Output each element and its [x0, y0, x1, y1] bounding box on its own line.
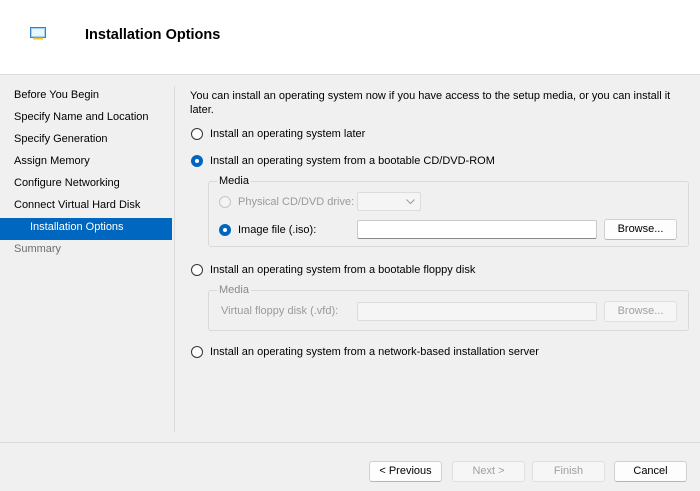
option-install-from-network-label: Install an operating system from a netwo…	[210, 346, 539, 358]
radio-install-from-cd[interactable]	[191, 155, 203, 167]
option-install-later-label: Install an operating system later	[210, 128, 366, 140]
previous-button[interactable]: < Previous	[369, 461, 442, 482]
page-title: Installation Options	[85, 27, 221, 43]
nav-item-connect-virtual-hard-disk[interactable]: Connect Virtual Hard Disk	[0, 196, 174, 218]
option-install-from-cd-label: Install an operating system from a boota…	[210, 155, 495, 167]
nav-item-before-you-begin[interactable]: Before You Begin	[0, 86, 174, 108]
option-physical-drive[interactable]: Physical CD/DVD drive:	[219, 194, 354, 210]
nav-item-specify-generation[interactable]: Specify Generation	[0, 130, 174, 152]
floppy-media-legend: Media	[217, 284, 251, 296]
nav-divider	[174, 86, 175, 432]
nav-item-installation-options[interactable]: Installation Options	[0, 218, 172, 240]
description-text: You can install an operating system now …	[190, 90, 671, 116]
browse-vfd-button[interactable]: Browse...	[604, 301, 677, 322]
vfd-input[interactable]	[357, 302, 597, 321]
radio-physical-drive[interactable]	[219, 196, 231, 208]
option-install-later[interactable]: Install an operating system later	[191, 126, 365, 142]
wizard-icon	[30, 27, 46, 40]
vfd-label: Virtual floppy disk (.vfd):	[221, 305, 339, 317]
radio-install-from-network[interactable]	[191, 346, 203, 358]
next-button[interactable]: Next >	[452, 461, 525, 482]
option-install-from-floppy-label: Install an operating system from a boota…	[210, 264, 476, 276]
nav-item-specify-name-location[interactable]: Specify Name and Location	[0, 108, 174, 130]
wizard-steps-nav: Before You Begin Specify Name and Locati…	[0, 86, 174, 262]
wizard-header: Installation Options	[0, 0, 700, 75]
option-image-file[interactable]: Image file (.iso):	[219, 222, 316, 238]
radio-install-later[interactable]	[191, 128, 203, 140]
cd-media-legend: Media	[217, 175, 251, 187]
nav-item-configure-networking[interactable]: Configure Networking	[0, 174, 174, 196]
browse-iso-button[interactable]: Browse...	[604, 219, 677, 240]
option-install-from-network[interactable]: Install an operating system from a netwo…	[191, 344, 539, 360]
finish-button[interactable]: Finish	[532, 461, 605, 482]
radio-image-file[interactable]	[219, 224, 231, 236]
nav-item-summary[interactable]: Summary	[0, 240, 174, 262]
nav-item-assign-memory[interactable]: Assign Memory	[0, 152, 174, 174]
radio-install-from-floppy[interactable]	[191, 264, 203, 276]
physical-drive-label: Physical CD/DVD drive:	[238, 196, 355, 208]
option-install-from-floppy[interactable]: Install an operating system from a boota…	[191, 262, 475, 278]
option-install-from-cd[interactable]: Install an operating system from a boota…	[191, 153, 495, 169]
chevron-down-icon	[406, 199, 415, 205]
footer-divider	[0, 442, 700, 443]
image-file-label: Image file (.iso):	[238, 224, 317, 236]
image-file-input[interactable]	[357, 220, 597, 239]
cancel-button[interactable]: Cancel	[614, 461, 687, 482]
physical-drive-dropdown[interactable]	[357, 192, 421, 211]
